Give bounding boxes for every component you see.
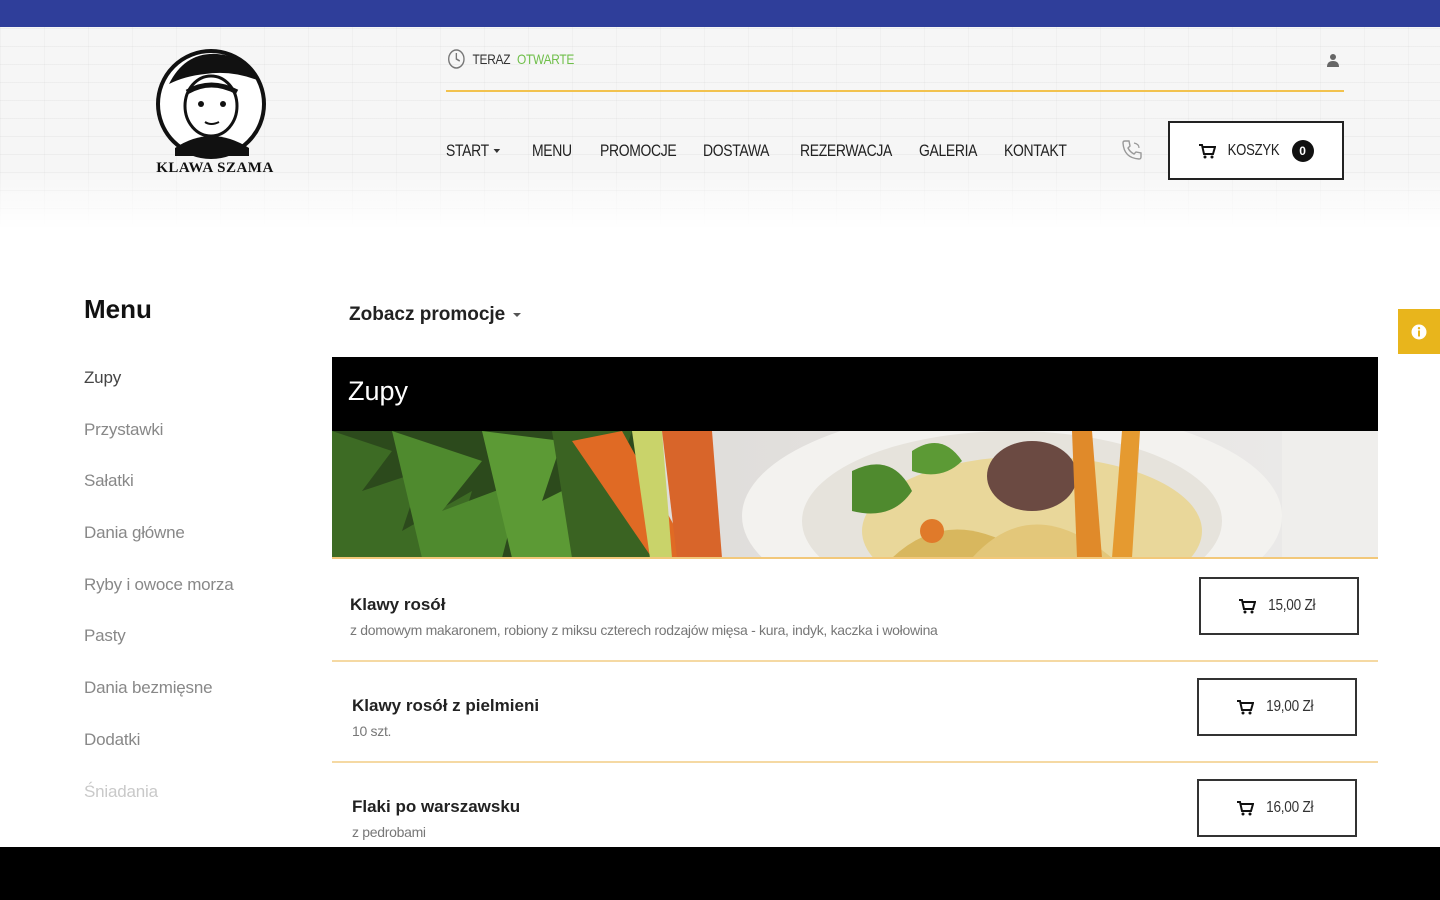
cart-icon <box>1239 599 1257 614</box>
cart-icon <box>1199 143 1217 158</box>
menu-item-name: Klawy rosół z pielmieni <box>352 696 540 715</box>
sidebar-item-przystawki[interactable]: Przystawki <box>84 420 233 472</box>
sidebar-item-salatki[interactable]: Sałatki <box>84 471 233 523</box>
add-to-cart-button[interactable]: 15,00 Zł <box>1199 577 1359 635</box>
nav-item-rezerwacja[interactable]: REZERWACJA <box>800 141 898 161</box>
chevron-down-icon <box>513 313 522 317</box>
nav-item-galeria[interactable]: GALERIA <box>919 141 989 161</box>
cart-icon <box>1237 801 1255 816</box>
nav-item-kontakt[interactable]: KONTAKT <box>1004 141 1070 161</box>
sidebar-item-zupy[interactable]: Zupy <box>84 368 233 420</box>
cart-count-badge: 0 <box>1291 139 1314 162</box>
bottom-bar <box>0 847 1440 900</box>
sidebar-menu: Zupy Przystawki Sałatki Dania główne Ryb… <box>84 368 234 834</box>
chevron-down-icon <box>493 149 501 153</box>
menu-item-name: Flaki po warszawsku <box>352 797 521 816</box>
sidebar-item-sniadania[interactable]: Śniadania <box>84 782 233 834</box>
nav-item-menu-label: MENU <box>532 141 572 160</box>
nav-item-galeria-label: GALERIA <box>919 141 978 160</box>
nav-item-menu[interactable]: MENU <box>532 141 588 161</box>
status-label: TERAZ <box>472 51 511 67</box>
category-header: Zupy <box>332 357 1378 431</box>
top-strip <box>0 0 1440 27</box>
info-tab[interactable] <box>1398 309 1440 354</box>
promo-dropdown[interactable]: Zobacz promocje <box>349 304 522 326</box>
menu-item-description: z pedrobami <box>352 824 426 840</box>
nav-item-promocje-label: PROMOCJE <box>600 141 677 160</box>
nav-item-dostawa[interactable]: DOSTAWA <box>703 141 783 161</box>
category-title: Zupy <box>348 376 409 406</box>
add-to-cart-button[interactable]: 16,00 Zł <box>1197 779 1357 837</box>
menu-item-name: Klawy rosół <box>350 595 446 614</box>
sidebar-title: Menu <box>84 294 152 324</box>
nav-item-rezerwacja-label: REZERWACJA <box>800 141 892 160</box>
logo-emblem <box>156 49 266 159</box>
logo[interactable]: KLAWA SZAMA <box>145 44 285 184</box>
clock-icon <box>448 49 465 69</box>
nav-item-start-label: START <box>446 141 489 160</box>
menu-item-description: z domowym makaronem, robiony z miksu czt… <box>350 622 938 638</box>
price-label: 19,00 Zł <box>1266 698 1314 715</box>
main-nav: START MENU PROMOCJE DOSTAWA REZERWACJA G… <box>446 138 1084 164</box>
promo-dropdown-label: Zobacz promocje <box>349 304 506 325</box>
sidebar-item-dodatki[interactable]: Dodatki <box>84 730 233 782</box>
menu-item: Flaki po warszawsku z pedrobami 16,00 Zł <box>332 763 1378 847</box>
menu-item: Klawy rosół z domowym makaronem, robiony… <box>332 559 1378 662</box>
category-banner-image <box>332 431 1378 558</box>
header-divider <box>446 90 1344 92</box>
menu-item-description: 10 szt. <box>352 723 392 739</box>
cart-button[interactable]: KOSZYK 0 <box>1168 121 1344 180</box>
open-status: TERAZ OTWARTE <box>447 48 574 70</box>
cart-icon <box>1237 700 1255 715</box>
menu-item: Klawy rosół z pielmieni 10 szt. 19,00 Zł <box>332 662 1378 763</box>
sidebar-item-pasty[interactable]: Pasty <box>84 626 233 678</box>
soup-vegetables-image <box>332 431 1378 558</box>
price-label: 15,00 Zł <box>1268 597 1316 614</box>
add-to-cart-button[interactable]: 19,00 Zł <box>1197 678 1357 736</box>
status-state: OTWARTE <box>517 51 575 67</box>
nav-item-dostawa-label: DOSTAWA <box>703 141 770 160</box>
info-icon <box>1411 324 1427 339</box>
price-label: 16,00 Zł <box>1266 799 1314 816</box>
nav-item-kontakt-label: KONTAKT <box>1004 141 1067 160</box>
brand-name: KLAWA SZAMA <box>156 160 274 176</box>
phone-icon[interactable] <box>1120 138 1144 162</box>
cart-label: KOSZYK <box>1228 141 1280 159</box>
sidebar-item-dania-bezmiesne[interactable]: Dania bezmięsne <box>84 678 233 730</box>
sidebar-item-ryby[interactable]: Ryby i owoce morza <box>84 575 234 627</box>
sidebar-item-dania-glowne[interactable]: Dania główne <box>84 523 233 575</box>
user-icon[interactable] <box>1327 53 1339 67</box>
nav-item-promocje[interactable]: PROMOCJE <box>600 141 684 161</box>
nav-item-start[interactable]: START <box>446 141 517 161</box>
